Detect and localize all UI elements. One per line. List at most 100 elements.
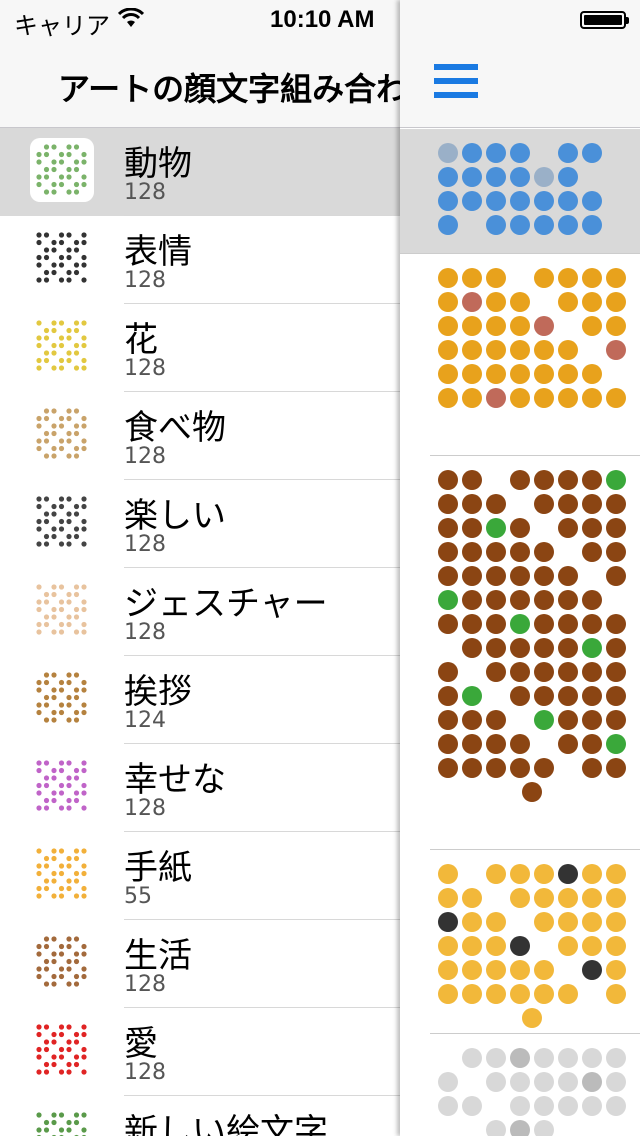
emoji-cell xyxy=(438,268,458,288)
category-row[interactable]: 手紙 55 xyxy=(0,832,400,920)
emoji-cell xyxy=(558,143,578,163)
emoji-cell xyxy=(606,1096,626,1116)
emoji-cell xyxy=(606,686,626,706)
emoji-cell xyxy=(462,960,482,980)
hamburger-menu-icon[interactable] xyxy=(434,64,478,98)
category-row[interactable]: 愛 128 xyxy=(0,1008,400,1096)
emoji-cell xyxy=(462,167,482,187)
emoji-cell xyxy=(486,710,506,730)
emoji-cell xyxy=(510,292,530,312)
emoji-cell xyxy=(582,1072,602,1092)
emoji-cell xyxy=(582,710,602,730)
whale-art-preview[interactable] xyxy=(400,129,640,254)
emoji-cell xyxy=(558,518,578,538)
gesture-art-icon xyxy=(30,578,94,642)
emoji-cell xyxy=(582,494,602,514)
emoji-cell xyxy=(486,388,506,408)
emoji-cell xyxy=(462,292,482,312)
emoji-cell xyxy=(510,1048,530,1068)
category-row[interactable]: 動物 128 xyxy=(0,128,400,216)
love-art-icon xyxy=(30,1018,94,1082)
emoji-cell xyxy=(606,984,626,1004)
emoji-cell xyxy=(534,1120,554,1136)
emoji-cell xyxy=(558,662,578,682)
happy-art-icon xyxy=(30,754,94,818)
emoji-cell xyxy=(606,710,626,730)
emoji-cell xyxy=(510,936,530,956)
emoji-cell xyxy=(534,268,554,288)
emoji-cell xyxy=(510,542,530,562)
emoji-cell xyxy=(558,566,578,586)
category-row[interactable]: 幸せな 128 xyxy=(0,744,400,832)
emoji-cell xyxy=(486,268,506,288)
emoji-cell xyxy=(558,1096,578,1116)
emoji-cell xyxy=(534,638,554,658)
emoji-cell xyxy=(486,340,506,360)
emoji-cell xyxy=(462,984,482,1004)
emoji-cell xyxy=(438,590,458,610)
emoji-cell xyxy=(510,364,530,384)
emoji-cell xyxy=(606,388,626,408)
emoji-cell xyxy=(534,912,554,932)
emoji-cell xyxy=(606,340,626,360)
emoji-cell xyxy=(510,662,530,682)
emoji-cell xyxy=(486,191,506,211)
emoji-cell xyxy=(510,215,530,235)
emoji-cell xyxy=(558,614,578,634)
emoji-cell xyxy=(582,960,602,980)
emoji-cell xyxy=(534,364,554,384)
category-row[interactable]: 表情 128 xyxy=(0,216,400,304)
emoji-cell xyxy=(558,936,578,956)
emoji-cell xyxy=(438,936,458,956)
emoji-cell xyxy=(462,1096,482,1116)
chestnut-bunny-art-preview[interactable] xyxy=(430,456,640,850)
page-title: アートの顔文字組み合わせ xyxy=(58,70,400,108)
category-row[interactable]: 楽しい 128 xyxy=(0,480,400,568)
emoji-cell xyxy=(510,734,530,754)
emoji-cell xyxy=(510,984,530,1004)
category-count: 128 xyxy=(124,532,166,557)
emoji-cell xyxy=(582,758,602,778)
emoji-cell xyxy=(606,758,626,778)
category-row[interactable]: 新しい絵文字 xyxy=(0,1096,400,1136)
emoji-cell xyxy=(438,542,458,562)
tiger-art-preview[interactable] xyxy=(430,850,640,1034)
emoji-cell xyxy=(462,1048,482,1068)
emoji-cell xyxy=(534,864,554,884)
emoji-cell xyxy=(438,864,458,884)
category-row[interactable]: 挨拶 124 xyxy=(0,656,400,744)
emoji-cell xyxy=(486,960,506,980)
category-row[interactable]: 花 128 xyxy=(0,304,400,392)
emoji-cell xyxy=(486,734,506,754)
emoji-cell xyxy=(582,1096,602,1116)
category-row[interactable]: ジェスチャー 128 xyxy=(0,568,400,656)
emoji-cell xyxy=(534,590,554,610)
category-count: 124 xyxy=(124,708,166,733)
emoji-cell xyxy=(438,494,458,514)
rabbit-art-preview[interactable] xyxy=(430,1034,640,1136)
emoji-cell xyxy=(558,191,578,211)
emoji-cell xyxy=(534,340,554,360)
emoji-cell xyxy=(582,268,602,288)
emoji-cell xyxy=(558,686,578,706)
emoji-cell xyxy=(438,292,458,312)
emoji-cell xyxy=(510,340,530,360)
honey-pot-art-preview[interactable] xyxy=(430,254,640,456)
life-art-icon xyxy=(30,930,94,994)
emoji-cell xyxy=(438,888,458,908)
emoji-cell xyxy=(438,710,458,730)
category-count: 128 xyxy=(124,620,166,645)
category-row[interactable]: 生活 128 xyxy=(0,920,400,1008)
category-row[interactable]: 食べ物 128 xyxy=(0,392,400,480)
emoji-cell xyxy=(510,1096,530,1116)
category-name: 食べ物 xyxy=(124,408,226,448)
emoji-cell xyxy=(582,936,602,956)
emoji-cell xyxy=(462,590,482,610)
emoji-cell xyxy=(486,1120,506,1136)
emoji-cell xyxy=(606,518,626,538)
emoji-cell xyxy=(558,340,578,360)
emoji-cell xyxy=(558,364,578,384)
emoji-cell xyxy=(558,1048,578,1068)
emoji-cell xyxy=(438,1096,458,1116)
emoji-cell xyxy=(510,1120,530,1136)
